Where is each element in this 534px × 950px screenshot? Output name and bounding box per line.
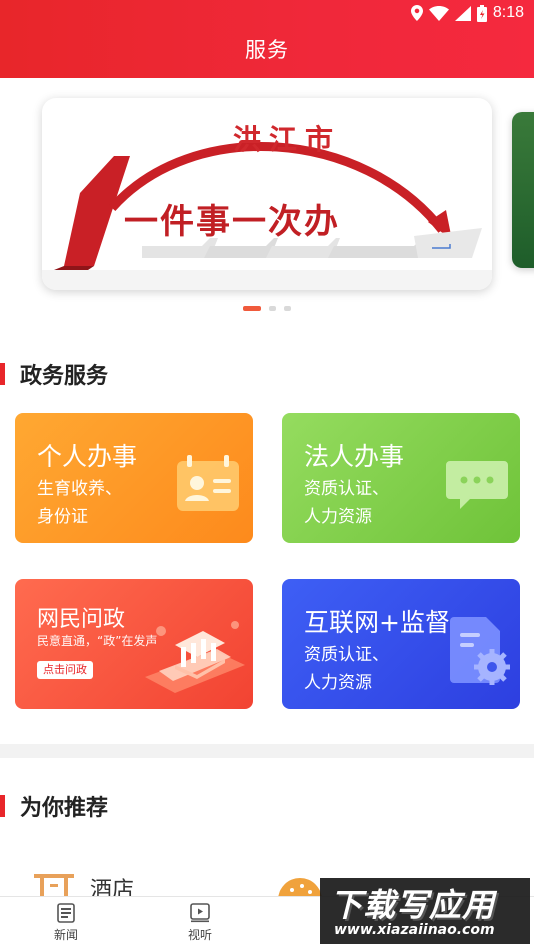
nav-tab-news[interactable]: 新闻 [36, 903, 96, 943]
card-subtitle-line: 资质认证、 [304, 645, 389, 665]
card-subtitle-line: 身份证 [37, 507, 88, 527]
carousel-indicator [0, 306, 534, 311]
card-title: 个人办事 [37, 442, 138, 471]
card-subtitle: 生育收养、 身份证 [37, 475, 122, 531]
chat-bubble-icon [446, 461, 508, 509]
section-title: 政务服务 [20, 364, 109, 389]
signal-icon [454, 5, 471, 21]
card-subtitle-line: 人力资源 [304, 507, 372, 527]
status-icons: 8:18 [410, 4, 524, 22]
carousel-dot [284, 306, 291, 311]
card-subtitle: 资质认证、 人力资源 [304, 641, 389, 697]
internet-supervision-card[interactable]: 互联网+监督 资质认证、 人力资源 [282, 579, 520, 709]
section-header-recommend: 为你推荐 [0, 790, 108, 822]
government-building-icon [145, 621, 245, 693]
carousel-dot [243, 306, 261, 311]
banner-next-slide[interactable] [512, 112, 534, 268]
card-title: 法人办事 [304, 442, 405, 471]
nav-label: 新闻 [53, 928, 78, 942]
ask-government-button[interactable]: 点击问政 [37, 661, 93, 679]
news-icon [57, 903, 75, 923]
nav-label: 视听 [187, 928, 212, 942]
banner-slide[interactable]: 洪江市 一件事一次办 [42, 98, 492, 290]
section-accent-bar [0, 363, 5, 385]
app-header: 8:18 服务 [0, 0, 534, 78]
section-accent-bar [0, 795, 5, 817]
card-subtitle-line: 人力资源 [304, 673, 372, 693]
document-gear-icon [450, 617, 510, 685]
page: 8:18 服务 洪江市 一件事一次办 政务服务 个人办事 生育收养、 身份证 法… [0, 0, 534, 950]
location-icon [410, 5, 423, 21]
card-title: 网民问政 [37, 607, 126, 632]
personal-affairs-card[interactable]: 个人办事 生育收养、 身份证 [15, 413, 253, 543]
battery-icon [476, 4, 487, 22]
status-time: 8:18 [492, 4, 524, 21]
banner-carousel[interactable]: 洪江市 一件事一次办 [0, 78, 534, 328]
status-bar: 8:18 [0, 0, 534, 28]
section-divider [0, 744, 534, 758]
banner-city: 洪江市 [232, 123, 341, 156]
card-subtitle: 资质认证、 人力资源 [304, 475, 389, 531]
banner-slogan: 一件事一次办 [124, 202, 340, 242]
card-subtitle-line: 资质认证、 [304, 479, 389, 499]
wifi-icon [428, 5, 449, 21]
card-subtitle-line: 生育收养、 [37, 479, 122, 499]
personal-id-card-icon [177, 455, 239, 511]
nav-tab-video[interactable]: 视听 [170, 903, 230, 943]
netizen-inquiry-card[interactable]: 网民问政 民意直通，“政”在发声 点击问政 [15, 579, 253, 709]
watermark-url: www.xiazaiinao.com [334, 922, 495, 938]
card-title: 互联网+监督 [304, 608, 450, 637]
section-title: 为你推荐 [20, 796, 109, 821]
watermark: 下载写应用 www.xiazaiinao.com [320, 878, 530, 944]
legal-entity-affairs-card[interactable]: 法人办事 资质认证、 人力资源 [282, 413, 520, 543]
page-title: 服务 [245, 38, 289, 62]
section-header-gov: 政务服务 [0, 358, 108, 390]
carousel-dot [269, 306, 276, 311]
watermark-title: 下载写应用 [330, 886, 496, 924]
video-icon [190, 903, 210, 923]
